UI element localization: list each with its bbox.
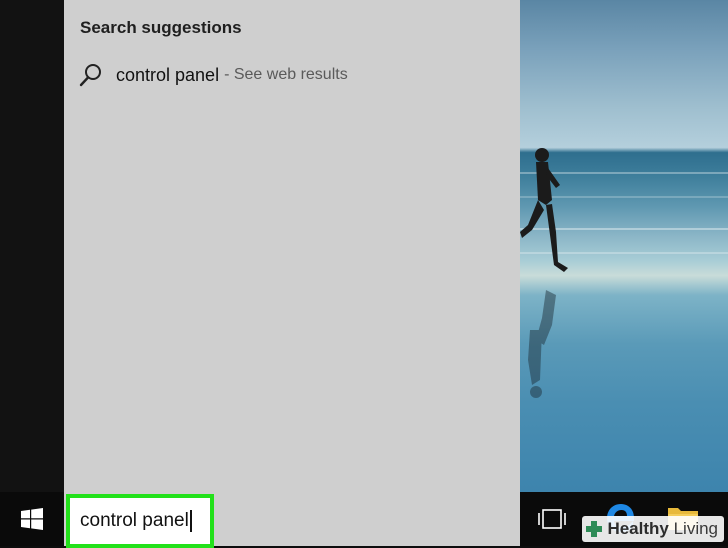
suggestion-hint: - See web results [224, 66, 348, 83]
taskbar: control panel Healthy Living [0, 492, 728, 548]
task-view-icon [538, 509, 566, 529]
search-input-text: control panel [80, 510, 189, 531]
suggestion-query: control panel [116, 64, 220, 85]
windows-logo-icon [21, 508, 43, 530]
suggestion-item-control-panel[interactable]: control panel - See web results [78, 58, 498, 92]
search-results-panel: Search suggestions control panel - See w… [64, 0, 520, 492]
start-button[interactable] [0, 492, 64, 546]
text-cursor [189, 510, 192, 532]
start-menu-sidebar [0, 0, 64, 492]
watermark-text: Healthy Living [607, 519, 718, 538]
desktop-wallpaper [520, 0, 728, 492]
taskbar-search-input[interactable]: control panel [66, 494, 214, 548]
healthy-living-watermark: Healthy Living [582, 516, 724, 542]
task-view-button[interactable] [536, 504, 568, 534]
search-icon [79, 64, 101, 87]
runner-silhouette [520, 148, 568, 398]
plus-logo-icon [586, 521, 603, 537]
search-suggestions-heading: Search suggestions [80, 18, 242, 37]
